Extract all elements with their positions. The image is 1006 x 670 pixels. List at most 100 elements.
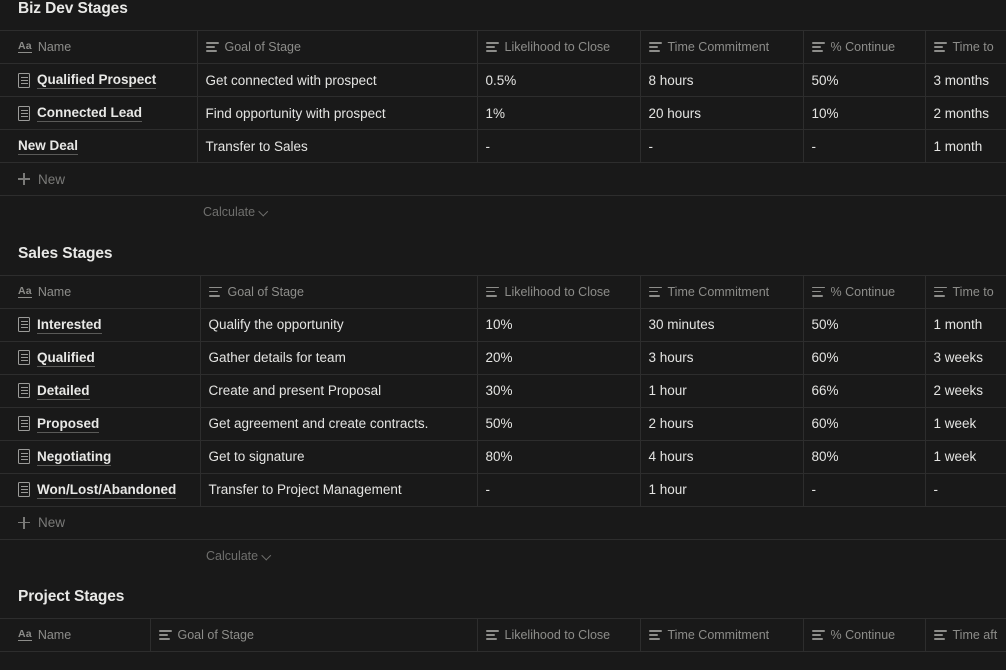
row-name-cell[interactable]: Detailed — [0, 374, 201, 408]
row-cell[interactable]: 3 weeks — [925, 341, 1006, 375]
row-cell[interactable]: - — [640, 129, 804, 163]
column-header-3[interactable]: Likelihood to Close — [477, 274, 641, 309]
row-cell[interactable]: Qualify the opportunity — [200, 308, 478, 342]
new-row[interactable]: New — [0, 506, 1006, 540]
row-cell[interactable]: 60% — [803, 407, 926, 441]
row-name-cell[interactable]: Qualified — [0, 341, 201, 375]
row-cell[interactable]: 20% — [477, 341, 641, 375]
row-cell[interactable]: Gather details for team — [200, 341, 478, 375]
row-name-cell[interactable]: Negotiating — [0, 440, 201, 474]
title-spacer — [0, 263, 1006, 275]
row-cell[interactable]: - — [803, 129, 926, 163]
database-table: Aa Name Goal of Stage Likelihood to Close Ti… — [0, 618, 1006, 652]
row-cell[interactable]: 1% — [477, 96, 641, 130]
row-cell[interactable]: 66% — [803, 374, 926, 408]
table-row: Negotiating Get to signature 80% 4 hours 80%… — [0, 440, 1006, 474]
row-cell[interactable]: 1 hour — [640, 374, 804, 408]
column-header-4[interactable]: Time Commitment — [640, 618, 804, 652]
row-cell[interactable]: 2 months — [925, 96, 1006, 130]
row-cell[interactable]: Find opportunity with prospect — [197, 96, 478, 130]
text-lines-icon — [205, 42, 219, 52]
plus-icon — [18, 516, 30, 529]
column-header-1[interactable]: Aa Name — [0, 274, 201, 309]
row-cell[interactable]: 1 week — [925, 440, 1006, 474]
column-header-1[interactable]: Aa Name — [0, 618, 151, 652]
row-cell[interactable]: 8 hours — [640, 63, 804, 97]
column-header-4[interactable]: Time Commitment — [640, 30, 804, 64]
row-cell[interactable]: 80% — [477, 440, 641, 474]
row-name-cell[interactable]: Interested — [0, 308, 201, 342]
column-header-5[interactable]: % Continue — [803, 274, 926, 309]
column-header-label: Time Commitment — [667, 40, 770, 55]
row-name-cell[interactable]: Proposed — [0, 407, 201, 441]
row-cell[interactable]: Get to signature — [200, 440, 478, 474]
row-cell[interactable]: 1 month — [925, 129, 1006, 163]
column-header-inner: Time to — [933, 41, 999, 53]
row-cell[interactable]: Transfer to Project Management — [200, 473, 478, 507]
table-row: Connected Lead Find opportunity with pros… — [0, 96, 1006, 130]
column-header-5[interactable]: % Continue — [803, 30, 926, 64]
row-name-label: Proposed — [37, 415, 100, 433]
row-cell[interactable]: 20 hours — [640, 96, 804, 130]
column-header-6[interactable]: Time to — [925, 274, 1006, 309]
row-name-cell[interactable]: Connected Lead — [0, 96, 198, 130]
row-cell[interactable]: - — [477, 473, 641, 507]
row-cell[interactable]: 80% — [803, 440, 926, 474]
row-cell[interactable]: 1 hour — [640, 473, 804, 507]
row-name-cell[interactable]: Qualified Prospect — [0, 63, 198, 97]
row-cell[interactable]: 0.5% — [477, 63, 641, 97]
column-header-2[interactable]: Goal of Stage — [200, 274, 478, 309]
row-cell[interactable]: 30% — [477, 374, 641, 408]
new-row-cell[interactable]: New — [0, 162, 1006, 196]
row-cell[interactable]: Create and present Proposal — [200, 374, 478, 408]
table-header-row: Aa Name Goal of Stage Likelihood to Close Ti… — [0, 30, 1006, 64]
row-cell[interactable]: 50% — [477, 407, 641, 441]
aa-icon: Aa — [18, 628, 32, 641]
row-cell[interactable]: 4 hours — [640, 440, 804, 474]
row-cell[interactable]: 3 months — [925, 63, 1006, 97]
row-cell[interactable]: 10% — [477, 308, 641, 342]
column-header-3[interactable]: Likelihood to Close — [477, 30, 641, 64]
row-cell[interactable]: 2 weeks — [925, 374, 1006, 408]
row-cell[interactable]: 1 month — [925, 308, 1006, 342]
row-cell[interactable]: 30 minutes — [640, 308, 804, 342]
row-cell[interactable]: - — [477, 129, 641, 163]
row-cell[interactable]: 50% — [803, 63, 926, 97]
text-lines-icon — [648, 42, 662, 52]
new-row[interactable]: New — [0, 162, 1006, 196]
row-cell[interactable]: Get agreement and create contracts. — [200, 407, 478, 441]
column-header-2[interactable]: Goal of Stage — [150, 618, 478, 652]
column-header-5[interactable]: % Continue — [803, 618, 926, 652]
row-cell[interactable]: - — [803, 473, 926, 507]
calculate-button[interactable]: Calculate — [197, 201, 274, 223]
column-header-4[interactable]: Time Commitment — [640, 274, 804, 309]
row-cell[interactable]: Get connected with prospect — [197, 63, 478, 97]
column-header-6[interactable]: Time aft — [925, 618, 1006, 652]
calculate-cell[interactable]: Calculate — [197, 196, 1006, 229]
row-name-cell[interactable]: Won/Lost/Abandoned — [0, 473, 201, 507]
row-cell[interactable]: 2 hours — [640, 407, 804, 441]
row-cell[interactable]: 3 hours — [640, 341, 804, 375]
row-cell[interactable]: 50% — [803, 308, 926, 342]
calculate-cell[interactable]: Calculate — [200, 539, 1006, 572]
row-name-cell[interactable]: New Deal — [0, 129, 198, 163]
row-cell[interactable]: Transfer to Sales — [197, 129, 478, 163]
row-cell[interactable]: 60% — [803, 341, 926, 375]
row-name-inner: Interested — [18, 316, 192, 334]
calculate-button[interactable]: Calculate — [200, 545, 277, 567]
column-header-label: Likelihood to Close — [504, 40, 611, 55]
column-header-3[interactable]: Likelihood to Close — [477, 618, 641, 652]
column-header-1[interactable]: Aa Name — [0, 30, 198, 64]
column-header-2[interactable]: Goal of Stage — [197, 30, 478, 64]
column-header-6[interactable]: Time to — [925, 30, 1006, 64]
new-row-cell[interactable]: New — [0, 506, 1006, 540]
row-cell[interactable]: 10% — [803, 96, 926, 130]
row-cell[interactable]: - — [925, 473, 1006, 507]
text-lines-icon — [485, 630, 499, 640]
page-content: Biz Dev Stages Aa Name Goal of Stage Likelih… — [0, 0, 1006, 652]
column-header-inner: Aa Name — [18, 41, 189, 53]
page-icon — [18, 350, 30, 365]
row-cell[interactable]: 1 week — [925, 407, 1006, 441]
